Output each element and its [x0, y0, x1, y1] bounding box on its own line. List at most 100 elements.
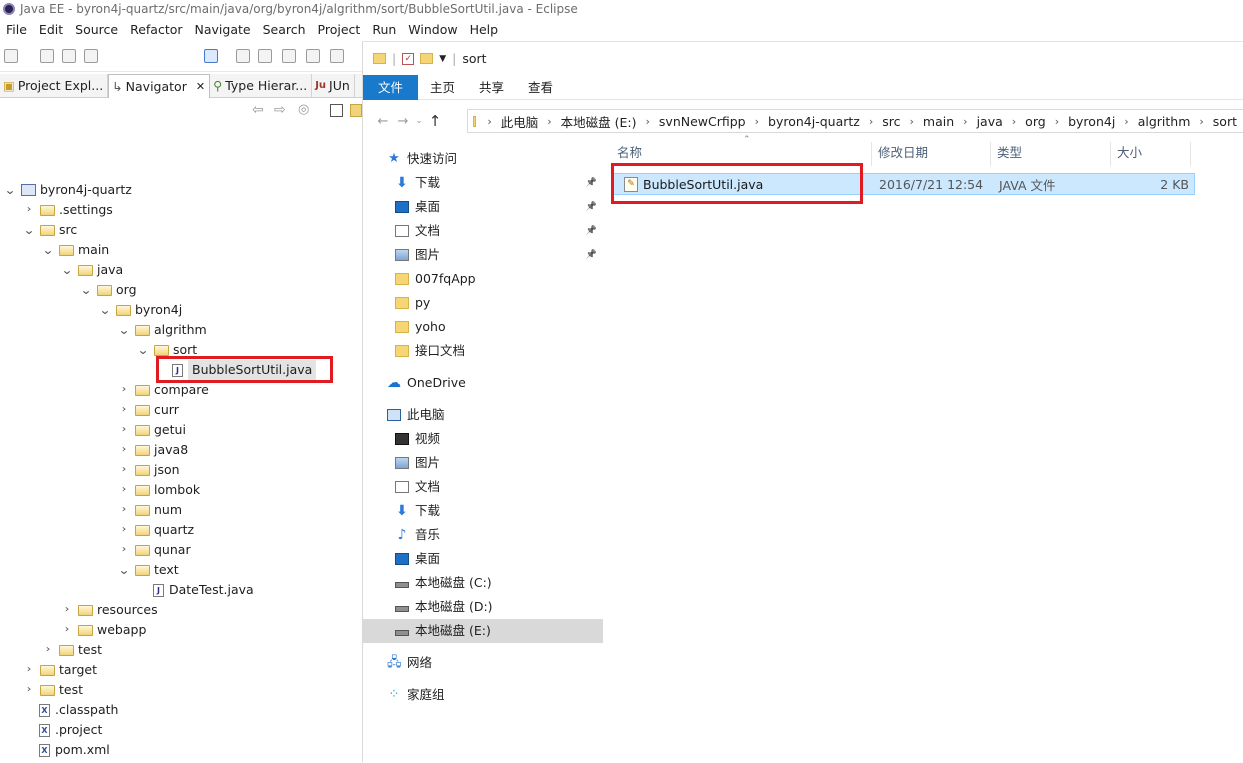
breadcrumb-separator[interactable]: › — [1052, 115, 1062, 128]
tree-item[interactable]: ⌄ src — [23, 220, 77, 240]
chevron-right-icon[interactable]: › — [22, 660, 36, 680]
disconnect-icon[interactable] — [306, 49, 320, 63]
nav-item[interactable]: 此电脑 — [363, 403, 603, 427]
breadcrumb-item[interactable]: main — [917, 114, 960, 129]
nav-item[interactable]: 文档 — [363, 475, 603, 499]
tab-junit[interactable]: Ju JUn — [312, 74, 355, 98]
tree-item[interactable]: Xpom.xml — [23, 740, 110, 760]
breadcrumb-separator[interactable]: › — [960, 115, 970, 128]
up-folder-icon[interactable]: ◎ — [298, 102, 309, 117]
tree-item[interactable]: ⌄ byron4j — [99, 300, 182, 320]
ribbon-tab-share[interactable]: 共享 — [467, 75, 516, 100]
skip-breakpoints-icon[interactable] — [204, 49, 218, 63]
terminate-icon[interactable] — [282, 49, 296, 63]
up-icon[interactable]: ↑ — [425, 112, 445, 130]
chevron-right-icon[interactable]: › — [117, 540, 131, 560]
chevron-right-icon[interactable]: › — [22, 200, 36, 220]
chevron-down-icon[interactable]: ⌄ — [136, 344, 150, 356]
chevron-down-icon[interactable]: ⌄ — [41, 244, 55, 256]
breadcrumb-item[interactable]: sort — [1207, 114, 1243, 129]
nav-item[interactable]: ♪ 音乐 — [363, 523, 603, 547]
ribbon-tab-home[interactable]: 主页 — [418, 75, 467, 100]
forward-arrow-icon[interactable]: ⇨ — [274, 102, 286, 118]
tree-item[interactable]: › lombok — [118, 480, 201, 500]
tree-item[interactable]: ⌄ main — [42, 240, 109, 260]
back-arrow-icon[interactable]: ⇦ — [252, 102, 264, 118]
nav-item[interactable]: 007fqApp — [363, 267, 603, 291]
chevron-right-icon[interactable]: › — [117, 520, 131, 540]
breadcrumb-item[interactable]: 本地磁盘 (E:) — [555, 112, 643, 131]
column-type[interactable]: 类型 — [991, 142, 1111, 166]
tree-item[interactable]: › java8 — [118, 440, 189, 460]
breadcrumb-separator[interactable]: › — [907, 115, 917, 128]
menu-refactor[interactable]: Refactor — [124, 22, 188, 37]
chevron-down-icon[interactable]: ⌄ — [79, 284, 93, 296]
breadcrumb-item[interactable]: org — [1019, 114, 1052, 129]
chevron-right-icon[interactable]: › — [41, 640, 55, 660]
resume-icon[interactable] — [236, 49, 250, 63]
pin-icon[interactable]: 📌 — [586, 219, 597, 243]
nav-item[interactable]: 本地磁盘 (C:) — [363, 571, 603, 595]
new-folder-icon[interactable] — [420, 53, 434, 64]
tree-item[interactable]: ⌄ org — [80, 280, 137, 300]
chevron-down-icon[interactable]: ⌄ — [3, 184, 17, 196]
print-icon[interactable] — [84, 49, 98, 63]
chevron-right-icon[interactable]: › — [117, 400, 131, 420]
menu-project[interactable]: Project — [312, 22, 367, 37]
nav-item[interactable]: 桌面 📌 — [363, 195, 603, 219]
menu-run[interactable]: Run — [366, 22, 402, 37]
nav-item[interactable]: yoho — [363, 315, 603, 339]
menu-edit[interactable]: Edit — [33, 22, 69, 37]
tree-item[interactable]: › resources — [61, 600, 158, 620]
breadcrumb-item[interactable]: java — [971, 114, 1009, 129]
link-editor-icon[interactable] — [350, 104, 362, 117]
tree-item[interactable]: › test — [42, 640, 102, 660]
tree-item[interactable]: ⌄ algrithm — [118, 320, 207, 340]
chevron-right-icon[interactable]: › — [117, 460, 131, 480]
breadcrumb-separator[interactable]: › — [1009, 115, 1019, 128]
tree-item[interactable]: ⌄ java — [61, 260, 123, 280]
tree-item[interactable]: J DateTest.java — [137, 580, 254, 600]
tab-type-hierarchy[interactable]: ⚲ Type Hierar... — [210, 74, 313, 98]
breadcrumb-item[interactable]: byron4j — [1062, 114, 1121, 129]
save-icon[interactable] — [40, 49, 54, 63]
ribbon-tab-file[interactable]: 文件 — [363, 74, 419, 100]
chevron-right-icon[interactable]: › — [117, 380, 131, 400]
tree-item[interactable]: › .settings — [23, 200, 113, 220]
pin-icon[interactable]: 📌 — [586, 195, 597, 219]
chevron-down-icon[interactable]: ⌄ — [117, 324, 131, 336]
chevron-right-icon[interactable]: › — [117, 500, 131, 520]
close-icon[interactable]: ✕ — [196, 76, 205, 98]
properties-icon[interactable]: ✓ — [402, 52, 415, 65]
pin-icon[interactable]: 📌 — [586, 243, 597, 267]
tree-item[interactable]: ⌄ byron4j-quartz — [4, 180, 132, 200]
tree-item[interactable]: › num — [118, 500, 182, 520]
nav-item[interactable]: ☁ OneDrive — [363, 371, 603, 395]
chevron-right-icon[interactable]: › — [60, 620, 74, 640]
nav-item[interactable]: ⬇ 下载 — [363, 499, 603, 523]
breadcrumb-item[interactable]: algrithm — [1132, 114, 1197, 129]
tree-item[interactable]: › compare — [118, 380, 209, 400]
nav-item[interactable]: 本地磁盘 (E:) — [363, 619, 603, 643]
chevron-down-icon[interactable]: ⌄ — [22, 224, 36, 236]
pin-icon[interactable]: 📌 — [586, 171, 597, 195]
breadcrumb-separator[interactable]: › — [866, 115, 876, 128]
menu-help[interactable]: Help — [464, 22, 505, 37]
save-all-icon[interactable] — [62, 49, 76, 63]
chevron-down-icon[interactable]: ⌄ — [117, 564, 131, 576]
tree-item[interactable]: › json — [118, 460, 180, 480]
column-modified[interactable]: 修改日期 — [872, 142, 991, 166]
breadcrumb-separator[interactable]: › — [1121, 115, 1131, 128]
nav-item[interactable]: 视频 — [363, 427, 603, 451]
tree-item[interactable]: X .project — [23, 720, 102, 740]
nav-item[interactable]: 🖧 网络 — [363, 651, 603, 675]
breadcrumb-item[interactable]: byron4j-quartz — [762, 114, 866, 129]
menu-file[interactable]: File — [0, 22, 33, 37]
tab-navigator[interactable]: ↳ Navigator ✕ — [108, 74, 211, 98]
breadcrumb-item[interactable]: src — [876, 114, 906, 129]
nav-item[interactable]: 桌面 — [363, 547, 603, 571]
menu-window[interactable]: Window — [402, 22, 463, 37]
forward-icon[interactable]: → — [393, 114, 413, 129]
tree-item[interactable]: ⌄ text — [118, 560, 179, 580]
tree-item[interactable]: › quartz — [117, 520, 195, 540]
